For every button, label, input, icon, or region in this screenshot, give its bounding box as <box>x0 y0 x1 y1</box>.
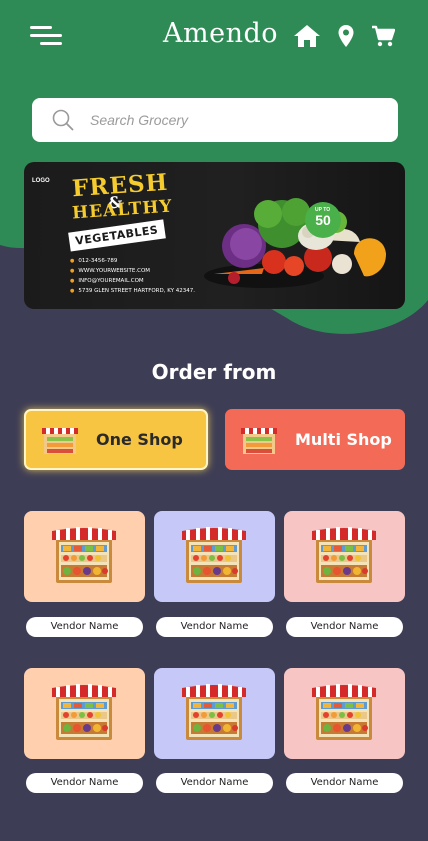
banner-website: WWW.YOURWEBSITE.COM <box>70 268 150 274</box>
one-shop-label: One Shop <box>96 430 183 449</box>
home-icon[interactable] <box>293 23 321 49</box>
location-pin-icon[interactable] <box>337 24 355 48</box>
vendor-card[interactable] <box>284 668 405 759</box>
search-icon <box>52 109 74 131</box>
shop-icon <box>241 427 277 454</box>
promo-banner[interactable]: LOGO FRESH & HEALTHY VEGETABLES 012-3456… <box>24 162 405 309</box>
multi-shop-label: Multi Shop <box>295 430 392 449</box>
discount-badge: UP TO 50 <box>305 202 341 238</box>
storefront-image <box>52 684 116 740</box>
order-from-title: Order from <box>151 360 277 384</box>
discount-value: 50 <box>315 212 331 228</box>
storefront-image <box>182 527 246 583</box>
search-bar[interactable] <box>32 98 398 142</box>
banner-address: 5739 GLEN STREET HARTFORD, KY 42347. <box>70 288 195 294</box>
storefront-image <box>312 527 376 583</box>
banner-phone: 012-3456-789 <box>70 258 117 264</box>
banner-headline-vegetables: VEGETABLES <box>68 219 166 252</box>
storefront-image <box>52 527 116 583</box>
cart-icon[interactable] <box>371 25 395 48</box>
vendor-name-label[interactable]: Vendor Name <box>286 773 403 793</box>
discount-prefix: UP TO <box>315 207 331 213</box>
vendor-card[interactable] <box>24 511 145 602</box>
banner-email: INFO@YOUREMAIL.COM <box>70 278 143 284</box>
search-input[interactable] <box>88 111 372 129</box>
vendor-card[interactable] <box>154 511 275 602</box>
vendor-card[interactable] <box>284 511 405 602</box>
vendor-name-label[interactable]: Vendor Name <box>286 617 403 637</box>
one-shop-button[interactable]: One Shop <box>24 409 208 470</box>
storefront-image <box>312 684 376 740</box>
vendor-name-label[interactable]: Vendor Name <box>26 773 143 793</box>
vendor-card[interactable] <box>24 668 145 759</box>
menu-icon[interactable] <box>30 26 64 48</box>
vendor-card[interactable] <box>154 668 275 759</box>
vendor-name-label[interactable]: Vendor Name <box>26 617 143 637</box>
storefront-image <box>182 684 246 740</box>
banner-logo: LOGO <box>32 178 50 184</box>
vegetables-image <box>204 198 386 288</box>
vendor-name-label[interactable]: Vendor Name <box>156 773 273 793</box>
multi-shop-button[interactable]: Multi Shop <box>225 409 405 470</box>
vendor-name-label[interactable]: Vendor Name <box>156 617 273 637</box>
app-title: Amendo <box>163 18 279 49</box>
shop-icon <box>42 427 78 454</box>
